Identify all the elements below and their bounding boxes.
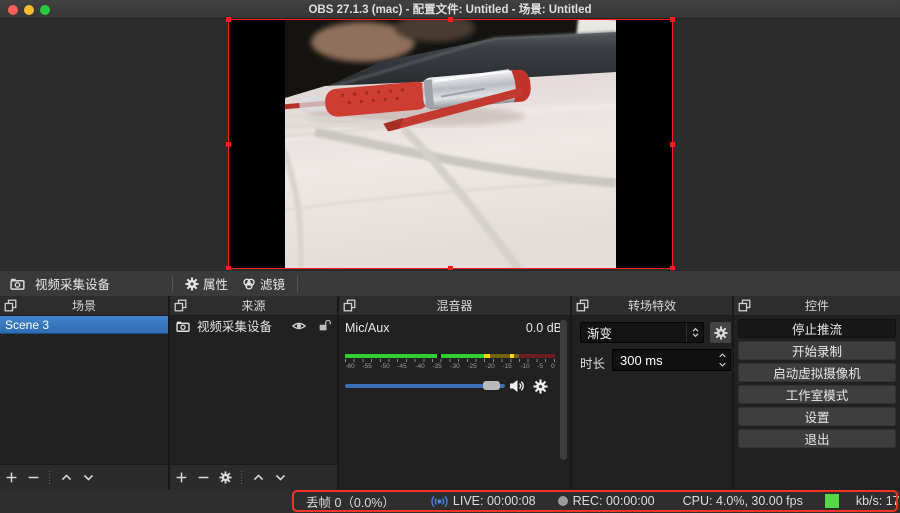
source-item[interactable]: 视频采集设备 [170, 316, 337, 335]
camera-icon [10, 276, 25, 291]
resize-handle-mr[interactable] [670, 142, 675, 147]
scene-down-button[interactable] [77, 468, 99, 488]
status-bar: 丢帧 0（0.0%） LIVE: 00:00:08 REC: 00:00:00 … [0, 490, 900, 513]
transitions-dock-header[interactable]: 转场特效 [572, 296, 732, 316]
dock-float-icon [174, 299, 187, 312]
fader-handle[interactable] [483, 381, 500, 390]
window-title: OBS 27.1.3 (mac) - 配置文件: Untitled - 场景: … [308, 4, 592, 16]
dock-float-icon [343, 299, 356, 312]
close-button[interactable] [8, 5, 18, 15]
sources-list: 视频采集设备 [170, 316, 337, 464]
mixer-level-db: 0.0 dB [525, 321, 562, 335]
context-bar: 视频采集设备 属性 滤镜 [0, 270, 900, 296]
dock-float-icon [4, 299, 17, 312]
resize-handle-tr[interactable] [670, 17, 675, 22]
transitions-dock: 转场特效 渐变 时长 300 ms [572, 296, 732, 490]
scenes-toolbar [0, 464, 168, 490]
mixer-scrollbar[interactable] [560, 320, 567, 460]
transition-selected-value: 渐变 [587, 327, 613, 341]
source-name: 视频采集设备 [197, 320, 273, 334]
remove-source-button[interactable] [192, 468, 214, 488]
scene-item-selected[interactable]: Scene 3 [0, 316, 168, 334]
properties-button[interactable]: 属性 [185, 274, 228, 293]
mixer-dock: 混音器 Mic/Aux 0.0 dB -60 -55 -50 -45 -40 -… [339, 296, 570, 490]
start-recording-button[interactable]: 开始录制 [738, 341, 896, 360]
mixer-body: Mic/Aux 0.0 dB -60 -55 -50-45 -40 -35 -3… [339, 316, 570, 490]
controls-dock-header[interactable]: 控件 [734, 296, 900, 316]
duration-spinbox[interactable]: 300 ms [612, 349, 731, 371]
camera-icon [176, 319, 190, 333]
filters-button[interactable]: 滤镜 [242, 274, 285, 293]
scenes-dock-header[interactable]: 场景 [0, 296, 168, 316]
source-down-button[interactable] [269, 468, 291, 488]
studio-mode-button[interactable]: 工作室模式 [738, 385, 896, 404]
mixer-gear-icon[interactable] [533, 379, 548, 394]
scenes-list: Scene 3 [0, 316, 168, 464]
add-scene-button[interactable] [0, 468, 22, 488]
preview-area [0, 17, 900, 271]
settings-button[interactable]: 设置 [738, 407, 896, 426]
duration-label: 时长 [580, 357, 606, 371]
camera-preview-photo [285, 20, 616, 268]
gear-icon [714, 326, 728, 340]
exit-button[interactable]: 退出 [738, 429, 896, 448]
lock-open-icon[interactable] [318, 319, 331, 332]
scene-up-button[interactable] [55, 468, 77, 488]
dock-float-icon [576, 299, 589, 312]
sources-dock-title: 来源 [241, 299, 266, 313]
source-properties-button[interactable] [214, 468, 236, 488]
filters-label: 滤镜 [260, 278, 286, 292]
duration-spin-arrows[interactable] [715, 351, 730, 369]
obs-window: OBS 27.1.3 (mac) - 配置文件: Untitled - 场景: … [0, 0, 900, 513]
context-source-name: 视频采集设备 [35, 278, 111, 292]
filter-icon [242, 277, 256, 291]
visibility-eye-icon[interactable] [292, 319, 306, 333]
transition-select-arrows [686, 323, 703, 342]
dock-area: 场景 Scene 3 来源 视频采集设备 混音器 Mic/Aux 0.0 dB … [0, 296, 900, 490]
resize-handle-ml[interactable] [226, 142, 231, 147]
volume-fader[interactable] [345, 378, 559, 394]
meter-tick-labels: -60 -55 -50 -45 -40 -35 -30 -25 -20 -15 -10 -5… [345, 363, 555, 370]
scene-name: Scene 3 [5, 317, 50, 332]
fader-track [345, 384, 505, 388]
sources-dock-header[interactable]: 来源 [170, 296, 337, 316]
scenes-dock-title: 场景 [71, 299, 96, 313]
mixer-dock-title: 混音器 [436, 299, 473, 313]
speaker-icon[interactable] [509, 378, 525, 394]
stop-streaming-button[interactable]: 停止推流 [738, 319, 896, 338]
controls-dock: 控件 停止推流 开始录制 启动虚拟摄像机 工作室模式 设置 退出 [734, 296, 900, 490]
source-up-button[interactable] [247, 468, 269, 488]
gear-icon [185, 277, 199, 291]
add-source-button[interactable] [170, 468, 192, 488]
controls-body: 停止推流 开始录制 启动虚拟摄像机 工作室模式 设置 退出 [734, 316, 900, 490]
transitions-body: 渐变 时长 300 ms [572, 316, 732, 490]
remove-scene-button[interactable] [22, 468, 44, 488]
properties-label: 属性 [203, 278, 229, 292]
separator [241, 470, 242, 485]
sources-dock: 来源 视频采集设备 [170, 296, 337, 490]
separator [297, 275, 299, 292]
resize-handle-tc[interactable] [448, 17, 453, 22]
separator [172, 275, 174, 292]
volume-meter: -60 -55 -50 -45 -40 -35 -30 -25 -20 -15 -10 -5… [345, 354, 555, 370]
resize-handle-tl[interactable] [226, 17, 231, 22]
scenes-dock: 场景 Scene 3 [0, 296, 168, 490]
transition-select[interactable]: 渐变 [580, 322, 704, 343]
minimize-button[interactable] [24, 5, 34, 15]
separator [49, 470, 50, 485]
mixer-dock-header[interactable]: 混音器 [339, 296, 570, 316]
dock-float-icon [738, 299, 751, 312]
meter-ticks [345, 359, 555, 362]
preview-canvas[interactable] [226, 17, 675, 271]
start-virtual-camera-button[interactable]: 启动虚拟摄像机 [738, 363, 896, 382]
annotation-highlight-box [292, 490, 898, 512]
transition-properties-button[interactable] [710, 322, 731, 343]
controls-dock-title: 控件 [804, 299, 829, 313]
duration-value: 300 ms [620, 352, 663, 368]
mixer-channel-name: Mic/Aux [345, 321, 390, 335]
zoom-button[interactable] [40, 5, 50, 15]
sources-toolbar [170, 464, 337, 490]
transitions-dock-title: 转场特效 [627, 299, 676, 313]
